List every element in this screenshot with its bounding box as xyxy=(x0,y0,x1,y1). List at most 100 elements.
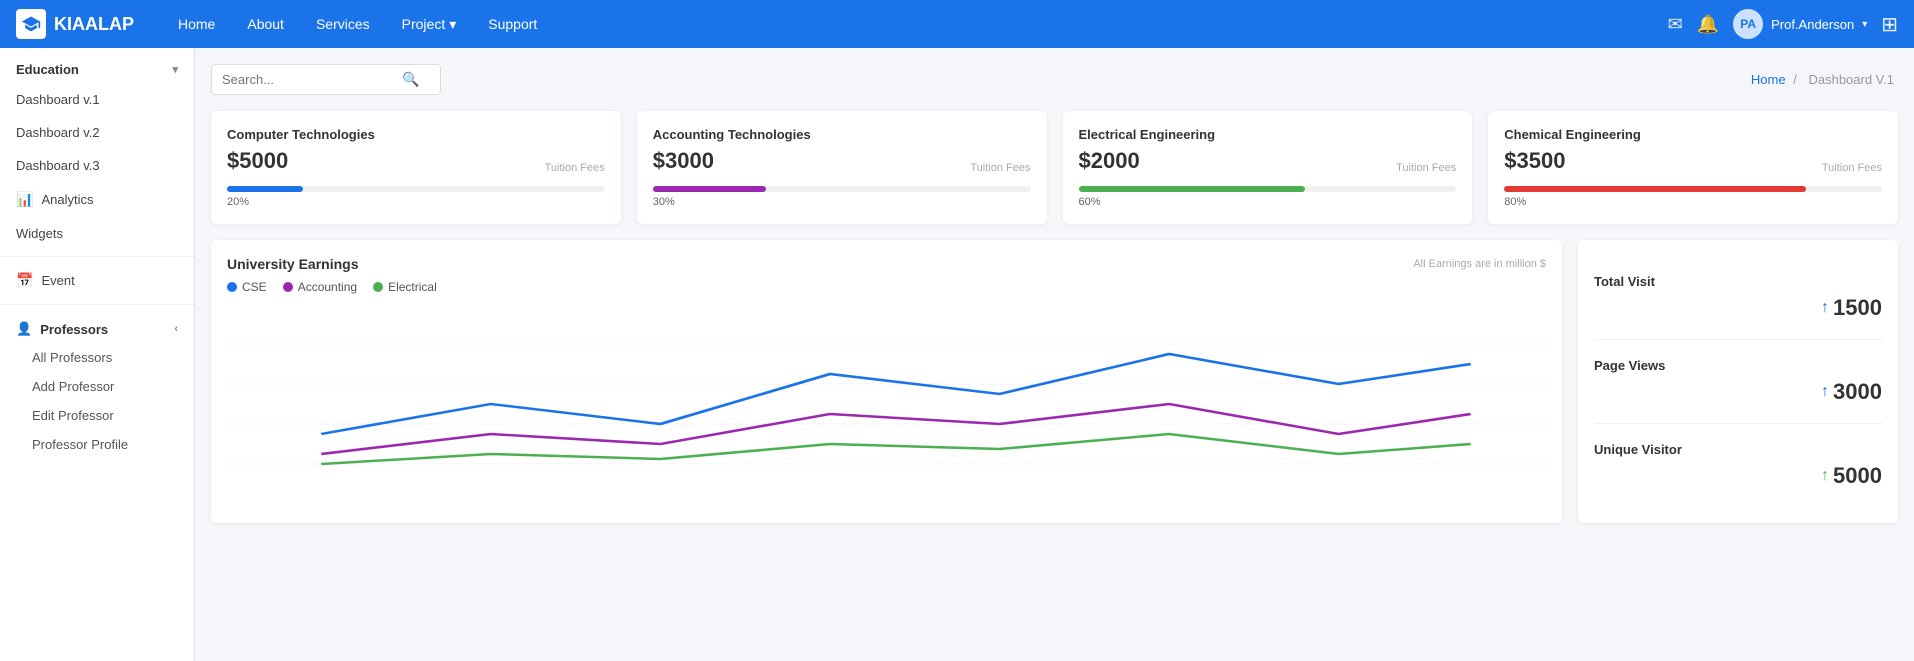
topnav-right: ✉ 🔔 PA Prof.Anderson ▾ ⊞ xyxy=(1668,9,1898,39)
progress-bar-wrap xyxy=(1504,186,1882,192)
progress-bar xyxy=(1079,186,1306,192)
grid-icon[interactable]: ⊞ xyxy=(1881,12,1898,37)
card-amount: $2000 xyxy=(1079,148,1140,174)
card-amount: $3500 xyxy=(1504,148,1565,174)
progress-bar xyxy=(227,186,303,192)
chevron-down-icon: ▾ xyxy=(172,63,178,76)
mail-icon[interactable]: ✉ xyxy=(1668,14,1683,35)
stat-value: 1500 xyxy=(1833,295,1882,321)
breadcrumb: Home / Dashboard V.1 xyxy=(1751,72,1898,87)
card-label: Tuition Fees xyxy=(1822,162,1882,174)
education-label: Education xyxy=(16,62,79,77)
card-label: Tuition Fees xyxy=(970,162,1030,174)
brand-logo[interactable]: KIAALAP xyxy=(16,9,134,39)
search-input[interactable] xyxy=(222,72,402,87)
stat-value: 5000 xyxy=(1833,463,1882,489)
breadcrumb-current: Dashboard V.1 xyxy=(1808,72,1894,87)
legend-label: CSE xyxy=(242,280,267,294)
sidebar-item-dashboard-v1[interactable]: Dashboard v.1 xyxy=(0,83,194,116)
earnings-title: University Earnings xyxy=(227,256,359,272)
sidebar-item-label: Analytics xyxy=(41,192,93,207)
card-title: Electrical Engineering xyxy=(1079,127,1457,142)
stat-row-value: ↑ 3000 xyxy=(1594,379,1882,405)
chart-area xyxy=(227,304,1546,504)
progress-bar-wrap xyxy=(653,186,1031,192)
sidebar-item-label: Widgets xyxy=(16,226,63,241)
earnings-note: All Earnings are in million $ xyxy=(1413,258,1546,270)
bottom-row: University Earnings All Earnings are in … xyxy=(211,240,1898,523)
bell-icon[interactable]: 🔔 xyxy=(1697,14,1719,35)
stat-card-3: Chemical Engineering $3500 Tuition Fees … xyxy=(1488,111,1898,224)
stat-row-1: Page Views ↑ 3000 xyxy=(1594,340,1882,424)
earnings-legend: CSE Accounting Electrical xyxy=(227,280,1546,294)
breadcrumb-home[interactable]: Home xyxy=(1751,72,1786,87)
topnav: KIAALAP Home About Services Project ▾ Su… xyxy=(0,0,1914,48)
sidebar-item-label: Dashboard v.1 xyxy=(16,92,100,107)
stat-row-label: Unique Visitor xyxy=(1594,442,1882,457)
avatar: PA xyxy=(1733,9,1763,39)
sidebar-item-edit-professor[interactable]: Edit Professor xyxy=(0,401,194,430)
nav-services[interactable]: Services xyxy=(302,10,384,38)
legend-dot xyxy=(373,282,383,292)
stat-card-1: Accounting Technologies $3000 Tuition Fe… xyxy=(637,111,1047,224)
nav-about[interactable]: About xyxy=(233,10,298,38)
top-bar: 🔍 Home / Dashboard V.1 xyxy=(211,64,1898,95)
stat-row-0: Total Visit ↑ 1500 xyxy=(1594,256,1882,340)
legend-item-electrical: Electrical xyxy=(373,280,437,294)
nav-home[interactable]: Home xyxy=(164,10,229,38)
legend-item-accounting: Accounting xyxy=(283,280,357,294)
earnings-header: University Earnings All Earnings are in … xyxy=(227,256,1546,272)
card-title: Computer Technologies xyxy=(227,127,605,142)
analytics-icon: 📊 xyxy=(16,191,33,208)
progress-bar-wrap xyxy=(227,186,605,192)
legend-label: Accounting xyxy=(298,280,357,294)
user-menu[interactable]: PA Prof.Anderson ▾ xyxy=(1733,9,1867,39)
search-wrap: 🔍 xyxy=(211,64,441,95)
card-label: Tuition Fees xyxy=(1396,162,1456,174)
sidebar-item-dashboard-v3[interactable]: Dashboard v.3 xyxy=(0,149,194,182)
chevron-left-icon: ‹ xyxy=(174,323,178,335)
stat-card-2: Electrical Engineering $2000 Tuition Fee… xyxy=(1063,111,1473,224)
earnings-chart xyxy=(227,304,1546,504)
earnings-card: University Earnings All Earnings are in … xyxy=(211,240,1562,523)
sidebar-item-add-professor[interactable]: Add Professor xyxy=(0,372,194,401)
sidebar-item-professor-profile[interactable]: Professor Profile xyxy=(0,430,194,459)
stats-right: Total Visit ↑ 1500 Page Views ↑ 3000 Uni… xyxy=(1578,240,1898,523)
card-label: Tuition Fees xyxy=(545,162,605,174)
sidebar-divider-2 xyxy=(0,304,194,305)
card-title: Chemical Engineering xyxy=(1504,127,1882,142)
sidebar-item-event[interactable]: 📅 Event xyxy=(0,263,194,298)
stat-row-2: Unique Visitor ↑ 5000 xyxy=(1594,424,1882,507)
progress-pct: 20% xyxy=(227,196,605,208)
progress-pct: 80% xyxy=(1504,196,1882,208)
event-icon: 📅 xyxy=(16,272,33,289)
sidebar-divider xyxy=(0,256,194,257)
stat-card-0: Computer Technologies $5000 Tuition Fees… xyxy=(211,111,621,224)
nav-project[interactable]: Project ▾ xyxy=(388,10,471,39)
professors-label: Professors xyxy=(40,322,108,337)
sidebar-item-all-professors[interactable]: All Professors xyxy=(0,343,194,372)
sidebar-education-section: Education ▾ xyxy=(0,48,194,83)
card-amount: $3000 xyxy=(653,148,714,174)
sidebar-item-dashboard-v2[interactable]: Dashboard v.2 xyxy=(0,116,194,149)
progress-pct: 30% xyxy=(653,196,1031,208)
arrow-up-icon: ↑ xyxy=(1821,383,1829,401)
sidebar-item-label: Event xyxy=(41,273,74,288)
stat-row-value: ↑ 5000 xyxy=(1594,463,1882,489)
stat-row-label: Total Visit xyxy=(1594,274,1882,289)
logo-icon xyxy=(16,9,46,39)
sidebar-professors-section: 👤 Professors ‹ xyxy=(0,311,194,343)
stat-value: 3000 xyxy=(1833,379,1882,405)
main-content: 🔍 Home / Dashboard V.1 Computer Technolo… xyxy=(195,48,1914,661)
progress-bar-wrap xyxy=(1079,186,1457,192)
sidebar: Education ▾ Dashboard v.1 Dashboard v.2 … xyxy=(0,48,195,661)
professors-icon: 👤 xyxy=(16,321,32,337)
topnav-links: Home About Services Project ▾ Support xyxy=(164,10,1668,39)
body-wrap: Education ▾ Dashboard v.1 Dashboard v.2 … xyxy=(0,48,1914,661)
sidebar-item-widgets[interactable]: Widgets xyxy=(0,217,194,250)
sidebar-item-analytics[interactable]: 📊 Analytics xyxy=(0,182,194,217)
nav-support[interactable]: Support xyxy=(474,10,551,38)
search-icon: 🔍 xyxy=(402,71,419,88)
stat-cards: Computer Technologies $5000 Tuition Fees… xyxy=(211,111,1898,224)
legend-item-cse: CSE xyxy=(227,280,267,294)
